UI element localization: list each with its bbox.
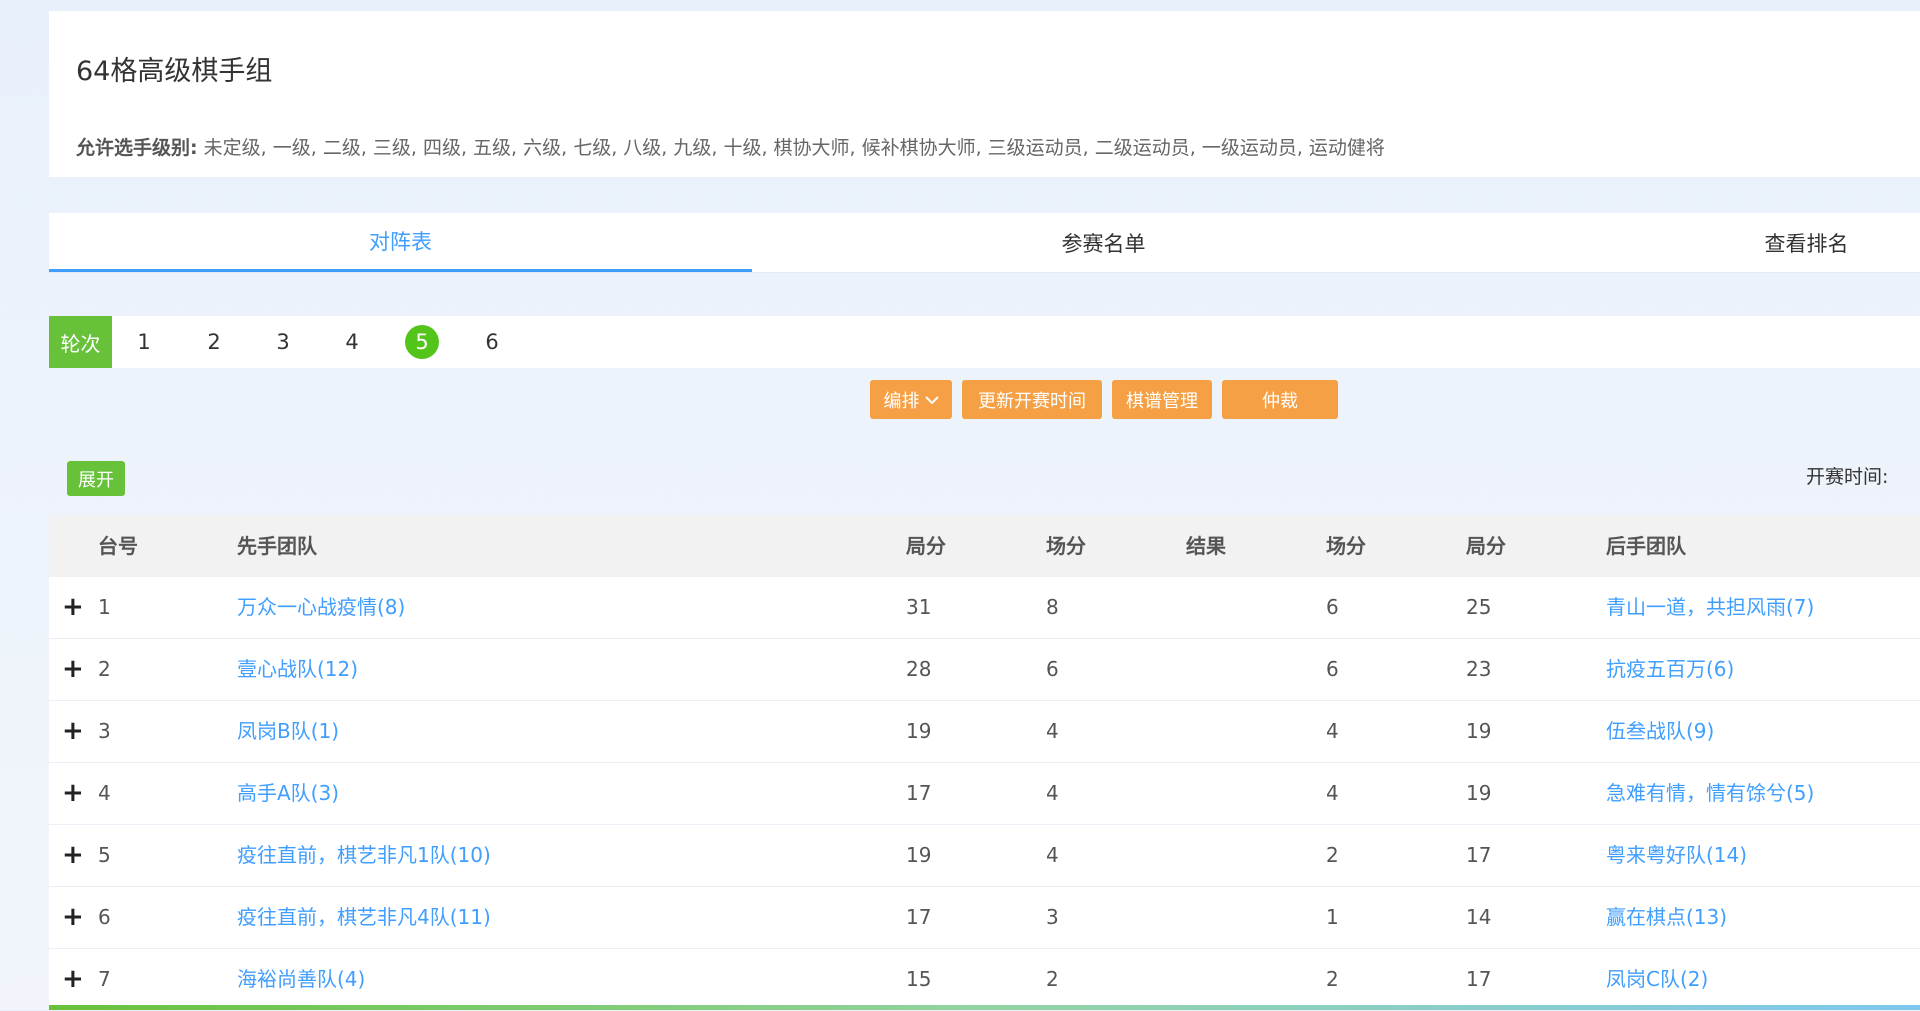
cell-first-game-points: 19 bbox=[906, 843, 932, 867]
expand-row-plus-icon[interactable]: + bbox=[62, 825, 84, 886]
expand-row-plus-icon[interactable]: + bbox=[62, 763, 84, 824]
cell-second-game-points: 19 bbox=[1466, 719, 1492, 743]
header-first-game-points: 局分 bbox=[906, 534, 946, 558]
second-team-link[interactable]: 抗疫五百万(6) bbox=[1606, 639, 1734, 700]
group-header-card: 64格高级棋手组 允许选手级别: 未定级, 一级, 二级, 三级, 四级, 五级… bbox=[49, 11, 1920, 177]
first-team-link[interactable]: 高手A队(3) bbox=[237, 763, 339, 824]
cell-second-game-points: 23 bbox=[1466, 657, 1492, 681]
header-result: 结果 bbox=[1186, 534, 1226, 558]
tab-bar: 对阵表 参赛名单 查看排名 bbox=[49, 213, 1920, 273]
expand-row-plus-icon[interactable]: + bbox=[62, 577, 84, 638]
cell-second-game-points: 14 bbox=[1466, 905, 1492, 929]
cell-first-match-points: 2 bbox=[1046, 967, 1059, 991]
cell-second-game-points: 17 bbox=[1466, 843, 1492, 867]
cell-second-match-points: 1 bbox=[1326, 905, 1339, 929]
round-3[interactable]: 3 bbox=[266, 325, 300, 359]
table-header: 台号 先手团队 局分 场分 结果 场分 局分 后手团队 bbox=[49, 515, 1920, 577]
first-team-link[interactable]: 壹心战队(12) bbox=[237, 639, 358, 700]
rounds-selector: 轮次 1 2 3 4 5 6 bbox=[49, 316, 1920, 368]
pairings-table: 台号 先手团队 局分 场分 结果 场分 局分 后手团队 + 1 万众一心战疫情(… bbox=[49, 515, 1920, 1011]
second-team-link[interactable]: 伍叁战队(9) bbox=[1606, 701, 1714, 762]
cell-board: 6 bbox=[98, 905, 111, 929]
expand-row-plus-icon[interactable]: + bbox=[62, 701, 84, 762]
table-row: + 4 高手A队(3) 17 4 4 19 急难有情，情有馀兮(5) bbox=[49, 763, 1920, 825]
cell-second-game-points: 19 bbox=[1466, 781, 1492, 805]
bottom-accent-bar bbox=[49, 1005, 1920, 1010]
first-team-link[interactable]: 万众一心战疫情(8) bbox=[237, 577, 405, 638]
cell-board: 1 bbox=[98, 595, 111, 619]
cell-second-game-points: 17 bbox=[1466, 967, 1492, 991]
cell-first-game-points: 15 bbox=[906, 967, 932, 991]
second-team-link[interactable]: 凤岗C队(2) bbox=[1606, 949, 1708, 1010]
arrange-dropdown-button[interactable]: 编排 bbox=[870, 380, 952, 419]
table-row: + 3 凤岗B队(1) 19 4 4 19 伍叁战队(9) bbox=[49, 701, 1920, 763]
cell-first-match-points: 4 bbox=[1046, 843, 1059, 867]
cell-first-match-points: 6 bbox=[1046, 657, 1059, 681]
referee-button[interactable]: 仲裁 bbox=[1222, 380, 1338, 419]
table-row: + 5 疫往直前，棋艺非凡1队(10) 19 4 2 17 粤来粤好队(14) bbox=[49, 825, 1920, 887]
second-team-link[interactable]: 赢在棋点(13) bbox=[1606, 887, 1727, 948]
allowed-levels-list: 未定级, 一级, 二级, 三级, 四级, 五级, 六级, 七级, 八级, 九级,… bbox=[203, 137, 1385, 159]
cell-first-match-points: 8 bbox=[1046, 595, 1059, 619]
round-5[interactable]: 5 bbox=[405, 325, 439, 359]
cell-second-match-points: 4 bbox=[1326, 719, 1339, 743]
tab-rankings[interactable]: 查看排名 bbox=[1455, 213, 1920, 272]
first-team-link[interactable]: 凤岗B队(1) bbox=[237, 701, 339, 762]
first-team-link[interactable]: 海裕尚善队(4) bbox=[237, 949, 365, 1010]
cell-first-game-points: 19 bbox=[906, 719, 932, 743]
allowed-levels-label: 允许选手级别: bbox=[76, 137, 198, 159]
cell-board: 4 bbox=[98, 781, 111, 805]
header-first-match-points: 场分 bbox=[1046, 534, 1086, 558]
table-row: + 1 万众一心战疫情(8) 31 8 6 25 青山一道，共担风雨(7) bbox=[49, 577, 1920, 639]
cell-first-match-points: 3 bbox=[1046, 905, 1059, 929]
allowed-levels: 允许选手级别: 未定级, 一级, 二级, 三级, 四级, 五级, 六级, 七级,… bbox=[76, 133, 1385, 160]
game-record-manage-button[interactable]: 棋谱管理 bbox=[1112, 380, 1212, 419]
cell-second-match-points: 6 bbox=[1326, 657, 1339, 681]
second-team-link[interactable]: 青山一道，共担风雨(7) bbox=[1606, 577, 1814, 638]
cell-first-game-points: 31 bbox=[906, 595, 932, 619]
table-row: + 6 疫往直前，棋艺非凡4队(11) 17 3 1 14 赢在棋点(13) bbox=[49, 887, 1920, 949]
update-start-time-button[interactable]: 更新开赛时间 bbox=[962, 380, 1102, 419]
cell-second-match-points: 2 bbox=[1326, 967, 1339, 991]
header-first-team: 先手团队 bbox=[237, 534, 317, 558]
round-2[interactable]: 2 bbox=[197, 325, 231, 359]
expand-row-plus-icon[interactable]: + bbox=[62, 639, 84, 700]
start-time-label: 开赛时间: bbox=[1806, 466, 1889, 488]
second-team-link[interactable]: 粤来粤好队(14) bbox=[1606, 825, 1747, 886]
cell-first-game-points: 17 bbox=[906, 781, 932, 805]
second-team-link[interactable]: 急难有情，情有馀兮(5) bbox=[1606, 763, 1814, 824]
first-team-link[interactable]: 疫往直前，棋艺非凡4队(11) bbox=[237, 887, 491, 948]
header-second-match-points: 场分 bbox=[1326, 534, 1366, 558]
tab-pairings[interactable]: 对阵表 bbox=[49, 213, 752, 272]
cell-board: 3 bbox=[98, 719, 111, 743]
cell-second-match-points: 4 bbox=[1326, 781, 1339, 805]
round-1[interactable]: 1 bbox=[127, 325, 161, 359]
cell-first-game-points: 17 bbox=[906, 905, 932, 929]
page-title: 64格高级棋手组 bbox=[76, 56, 273, 87]
cell-second-game-points: 25 bbox=[1466, 595, 1492, 619]
table-row: + 7 海裕尚善队(4) 15 2 2 17 凤岗C队(2) bbox=[49, 949, 1920, 1011]
cell-first-match-points: 4 bbox=[1046, 781, 1059, 805]
cell-board: 2 bbox=[98, 657, 111, 681]
header-second-game-points: 局分 bbox=[1466, 534, 1506, 558]
cell-second-match-points: 6 bbox=[1326, 595, 1339, 619]
cell-first-game-points: 28 bbox=[906, 657, 932, 681]
round-4[interactable]: 4 bbox=[335, 325, 369, 359]
cell-second-match-points: 2 bbox=[1326, 843, 1339, 867]
tab-participants[interactable]: 参赛名单 bbox=[752, 213, 1455, 272]
header-second-team: 后手团队 bbox=[1606, 534, 1686, 558]
cell-first-match-points: 4 bbox=[1046, 719, 1059, 743]
cell-board: 7 bbox=[98, 967, 111, 991]
cell-board: 5 bbox=[98, 843, 111, 867]
expand-row-plus-icon[interactable]: + bbox=[62, 949, 84, 1010]
chevron-down-icon bbox=[924, 395, 939, 404]
table-row: + 2 壹心战队(12) 28 6 6 23 抗疫五百万(6) bbox=[49, 639, 1920, 701]
expand-button[interactable]: 展开 bbox=[67, 461, 125, 496]
expand-row-plus-icon[interactable]: + bbox=[62, 887, 84, 948]
rounds-label: 轮次 bbox=[49, 316, 112, 368]
arrange-label: 编排 bbox=[883, 390, 920, 412]
header-board: 台号 bbox=[98, 534, 138, 558]
round-6[interactable]: 6 bbox=[475, 325, 509, 359]
first-team-link[interactable]: 疫往直前，棋艺非凡1队(10) bbox=[237, 825, 491, 886]
